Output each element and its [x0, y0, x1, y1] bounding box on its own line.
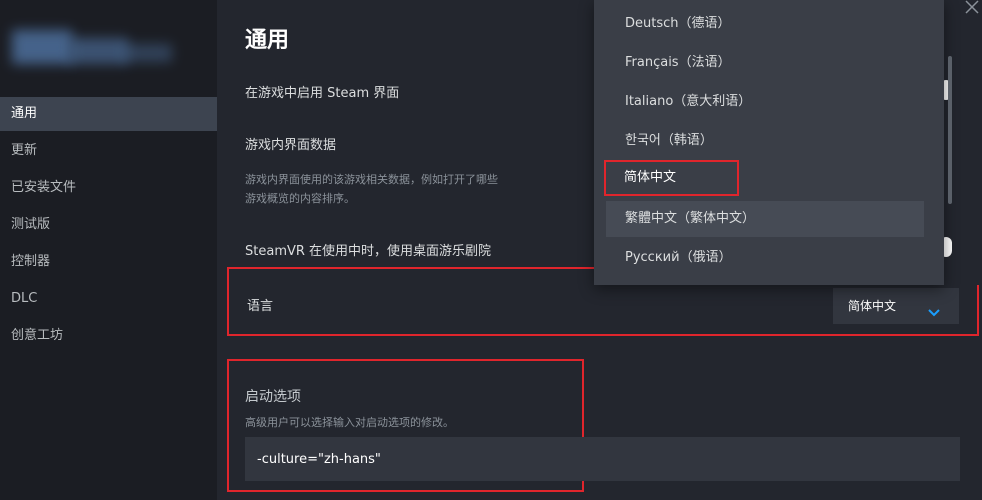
steamvr-setting-label: SteamVR 在使用中时，使用桌面游乐剧院	[245, 244, 492, 259]
overlay-setting-label: 在游戏中启用 Steam 界面	[245, 86, 400, 101]
language-label: 语言	[247, 299, 274, 314]
language-dropdown: Deutsch（德语） Français（法语） Italiano（意大利语） …	[594, 0, 944, 285]
page-title: 通用	[245, 28, 290, 53]
language-option-german[interactable]: Deutsch（德语）	[606, 6, 924, 42]
sidebar: 通用 更新 已安装文件 测试版 控制器 DLC 创意工坊	[0, 0, 217, 500]
ingame-data-description: 游戏内界面使用的该游戏相关数据，例如打开了哪些 游戏概览的内容排序。	[245, 170, 585, 208]
sidebar-item-installed-files[interactable]: 已安装文件	[0, 171, 217, 205]
launch-options-input[interactable]	[245, 437, 960, 481]
launch-options-title: 启动选项	[245, 389, 301, 405]
language-option-italian[interactable]: Italiano（意大利语）	[606, 84, 924, 120]
close-icon[interactable]	[963, 0, 981, 16]
ingame-data-desc-line2: 游戏概览的内容排序。	[245, 192, 355, 205]
sidebar-item-controller[interactable]: 控制器	[0, 245, 217, 279]
sidebar-item-workshop[interactable]: 创意工坊	[0, 319, 217, 353]
sidebar-item-updates[interactable]: 更新	[0, 134, 217, 168]
launch-options-description: 高级用户可以选择输入对启动选项的修改。	[245, 416, 454, 429]
game-header-blurred	[6, 24, 181, 78]
language-option-russian[interactable]: Русский（俄语）	[606, 240, 924, 276]
dropdown-scrollbar[interactable]	[948, 56, 952, 204]
language-select[interactable]: 简体中文	[833, 288, 959, 324]
language-option-french[interactable]: Français（法语）	[606, 45, 924, 81]
sidebar-item-general[interactable]: 通用	[0, 97, 217, 131]
ingame-data-label: 游戏内界面数据	[245, 138, 337, 153]
language-option-simplified-chinese[interactable]: 简体中文	[604, 160, 739, 196]
ingame-data-desc-line1: 游戏内界面使用的该游戏相关数据，例如打开了哪些	[245, 173, 498, 186]
sidebar-item-dlc[interactable]: DLC	[0, 282, 217, 316]
language-option-traditional-chinese[interactable]: 繁體中文（繁体中文）	[606, 201, 924, 237]
sidebar-item-betas[interactable]: 测试版	[0, 208, 217, 242]
language-option-korean[interactable]: 한국어（韩语）	[606, 123, 924, 159]
chevron-down-icon	[927, 298, 941, 334]
language-selected-value: 简体中文	[848, 299, 897, 313]
